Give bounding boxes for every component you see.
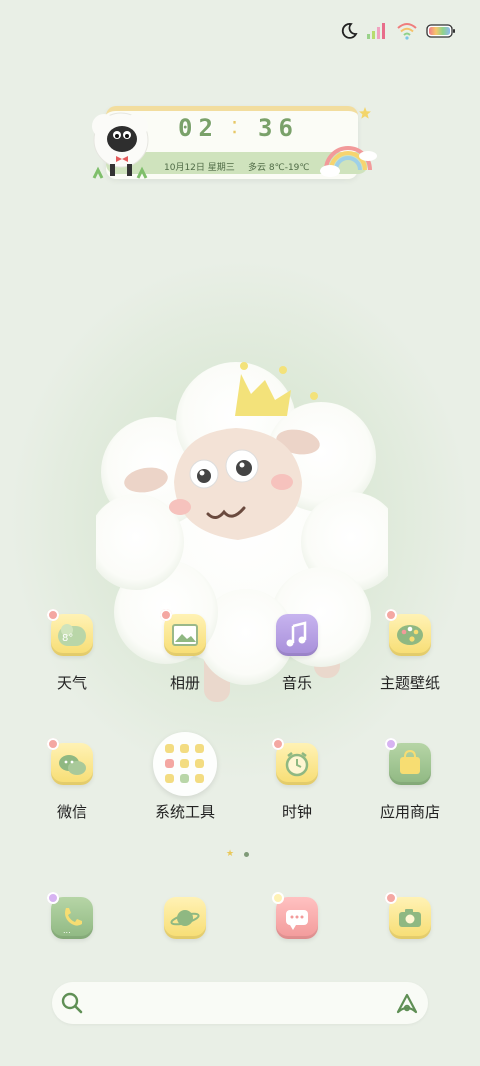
rainbow-icon: [320, 146, 377, 177]
app-label: 时钟: [281, 803, 312, 821]
palette-icon: [385, 609, 431, 656]
gallery-icon: [160, 609, 206, 656]
app-label: 主题壁纸: [379, 674, 440, 692]
status-bar: [340, 18, 456, 44]
clock-weather-widget[interactable]: 02 ⁚ 36 10月12日 星期三 多云 8℃-19℃: [86, 100, 382, 184]
dock-browser[interactable]: [130, 897, 240, 939]
app-label: 相册: [169, 674, 200, 692]
clock-minutes: 36: [258, 114, 299, 142]
camera-icon: [385, 892, 431, 939]
messages-icon: [272, 892, 318, 939]
search-icon[interactable]: [60, 991, 84, 1015]
moon-icon: [341, 23, 358, 39]
app-folder-system-tools[interactable]: 系统工具: [130, 732, 240, 822]
app-gallery[interactable]: 相册: [130, 609, 240, 693]
svg-text:8°: 8°: [62, 633, 73, 644]
battery-icon: [426, 24, 455, 38]
app-label: 微信: [56, 803, 87, 821]
page-dot-1[interactable]: ★: [226, 850, 234, 859]
folder-icon: [153, 732, 217, 796]
phone-icon: ...: [47, 892, 93, 939]
app-label: 天气: [56, 674, 87, 692]
app-label: 音乐: [281, 674, 312, 692]
weather-icon: 8°: [47, 609, 93, 656]
app-weather[interactable]: 8° 天气: [17, 609, 127, 693]
widget-weather: 多云 8℃-19℃: [248, 163, 310, 173]
clock-hours: 02: [178, 114, 219, 142]
sheep-icon: [92, 112, 149, 179]
app-clock[interactable]: 时钟: [242, 738, 352, 822]
dock-phone[interactable]: ...: [17, 892, 127, 939]
clock-separator: ⁚: [232, 118, 238, 137]
app-label: 系统工具: [154, 803, 215, 821]
alarm-clock-icon: [272, 738, 318, 785]
dock-messages[interactable]: [242, 892, 352, 939]
search-bar[interactable]: [52, 982, 428, 1024]
browser-planet-icon: [164, 897, 206, 939]
signal-icon: [367, 23, 385, 39]
app-store[interactable]: 应用商店: [355, 738, 465, 822]
wechat-icon: [47, 738, 93, 785]
app-label: 应用商店: [379, 803, 440, 821]
app-music[interactable]: 音乐: [242, 614, 352, 693]
page-dot-2[interactable]: [244, 851, 249, 857]
page-indicator[interactable]: ★: [226, 850, 249, 859]
store-bag-icon: [385, 738, 431, 785]
star-icon: [359, 107, 371, 119]
app-themes[interactable]: 主题壁纸: [355, 609, 465, 693]
music-icon: [276, 614, 318, 656]
app-wechat[interactable]: 微信: [17, 738, 127, 822]
svg-text:...: ...: [63, 926, 71, 935]
dock-camera[interactable]: [355, 892, 465, 939]
wifi-icon: [397, 23, 417, 40]
assistant-icon[interactable]: [394, 990, 420, 1016]
widget-date: 10月12日 星期三: [164, 163, 235, 173]
